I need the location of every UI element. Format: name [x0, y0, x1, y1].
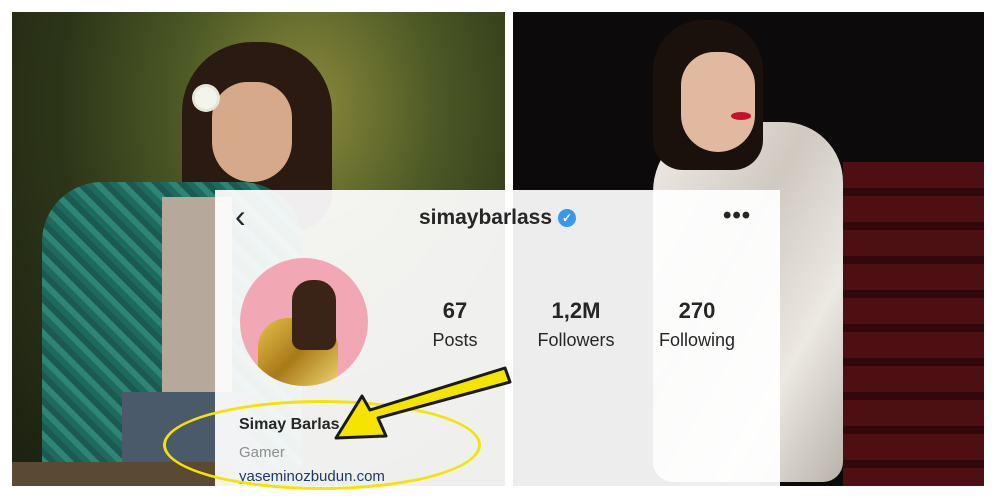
profile-avatar[interactable] — [240, 258, 368, 386]
avatar-hair-shape — [292, 280, 336, 350]
face-shape — [681, 52, 755, 152]
face-shape — [212, 82, 292, 182]
following-count: 270 — [678, 298, 716, 323]
flower-icon — [195, 87, 217, 109]
followers-label: Followers — [537, 330, 615, 350]
yellow-ellipse-highlight — [163, 400, 481, 490]
following-label: Following — [658, 330, 736, 350]
posts-count: 67 — [442, 298, 468, 323]
followers-count: 1,2M — [551, 298, 601, 323]
theater-seats-shape — [843, 162, 984, 486]
profile-username: simaybarlass — [418, 206, 553, 229]
lips-shape — [731, 112, 751, 120]
posts-label: Posts — [432, 330, 478, 350]
verified-badge-icon: ✓ — [558, 209, 577, 228]
profile-username-header: simaybarlass ✓ — [215, 206, 780, 230]
stat-posts[interactable]: 67 Posts — [400, 298, 510, 351]
more-options-icon[interactable]: ••• — [723, 202, 751, 230]
stat-followers[interactable]: 1,2M Followers — [521, 298, 631, 351]
stat-following[interactable]: 270 Following — [642, 298, 752, 351]
